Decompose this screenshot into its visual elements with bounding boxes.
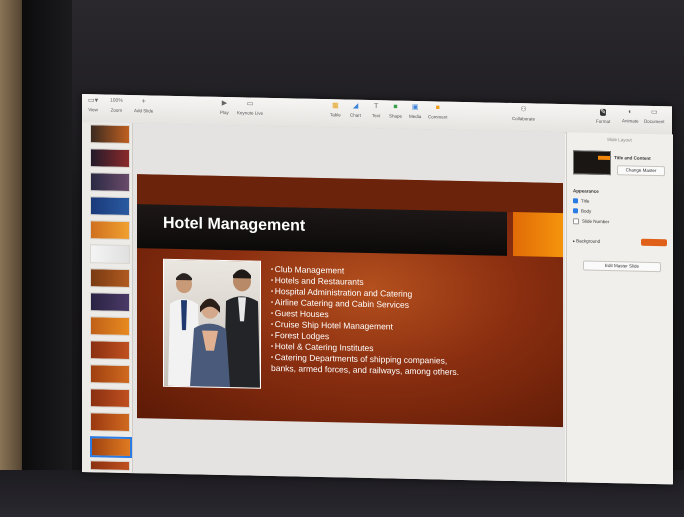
- slide-thumbnail[interactable]: [90, 340, 130, 361]
- view-button[interactable]: ▭▾ View: [88, 97, 98, 112]
- comment-button[interactable]: ■ Comment: [428, 104, 448, 119]
- change-master-button[interactable]: Change Master: [617, 165, 665, 177]
- body-checkbox[interactable]: [573, 208, 578, 214]
- slide-thumbnail[interactable]: [90, 148, 130, 169]
- format-button[interactable]: ✎ Format: [596, 108, 610, 124]
- zoom-value: 100%: [110, 97, 123, 104]
- slide-thumbnail[interactable]: [90, 244, 130, 265]
- add-slide-button[interactable]: + Add Slide: [134, 98, 153, 113]
- table-icon: ▦: [332, 102, 339, 110]
- zoom-control[interactable]: 100% Zoom: [110, 98, 123, 113]
- title-checkbox-row[interactable]: Title: [573, 198, 589, 204]
- bullet-list[interactable]: Club Management Hotels and Restaurants H…: [271, 264, 459, 378]
- orange-accent-block: [513, 212, 563, 258]
- text-button[interactable]: T Text: [372, 103, 380, 118]
- appearance-heading: Appearance: [573, 188, 599, 194]
- slide-thumbnail-selected[interactable]: [90, 436, 132, 459]
- document-button[interactable]: ▭ Document: [644, 109, 665, 124]
- comment-icon: ■: [435, 104, 440, 112]
- slide-thumbnail[interactable]: [90, 364, 130, 385]
- title-checkbox[interactable]: [573, 198, 578, 204]
- slide-thumbnail[interactable]: [90, 388, 130, 409]
- animate-button[interactable]: ◐ Animate: [622, 108, 639, 123]
- slide-thumbnail[interactable]: [90, 220, 130, 241]
- edit-master-slide-button[interactable]: Edit Master Slide: [583, 260, 661, 273]
- slide-thumbnail[interactable]: [90, 460, 130, 472]
- collaborate-icon: ⚇: [520, 106, 527, 114]
- slide-thumbnail[interactable]: [90, 124, 130, 145]
- play-icon: ▶: [221, 99, 228, 108]
- shape-icon: ■: [393, 103, 398, 111]
- animate-icon: ◐: [628, 108, 633, 116]
- staff-photo[interactable]: [163, 258, 261, 389]
- staff-photo-illustration: [168, 269, 260, 388]
- master-name: Title and Content: [614, 155, 651, 161]
- slide-thumbnail[interactable]: [90, 172, 130, 193]
- format-inspector: Slide Layout Title and Content Change Ma…: [566, 132, 673, 485]
- slide-thumbnail[interactable]: [90, 268, 130, 289]
- format-icon: ✎: [600, 108, 607, 116]
- slide-number-checkbox-row[interactable]: Slide Number: [573, 218, 609, 225]
- slide-number-checkbox[interactable]: [573, 218, 579, 225]
- slide-thumbnail[interactable]: [90, 412, 130, 433]
- background-color-well[interactable]: [641, 238, 667, 247]
- chart-button[interactable]: ◢ Chart: [350, 103, 361, 118]
- slide-navigator: [82, 122, 133, 474]
- slide-thumbnail[interactable]: [90, 196, 130, 217]
- table-button[interactable]: ▦ Table: [330, 102, 341, 117]
- keynote-window: ▭▾ View 100% Zoom + Add Slide ▶ Play ▭ K…: [82, 94, 673, 485]
- keynote-live-button[interactable]: ▭ Keynote Live: [237, 100, 263, 115]
- slide-thumbnail[interactable]: [90, 316, 130, 337]
- slide-title[interactable]: Hotel Management: [163, 215, 305, 236]
- background-row[interactable]: ▸ Background: [573, 238, 600, 244]
- master-thumbnail[interactable]: [573, 150, 611, 176]
- shape-button[interactable]: ■ Shape: [389, 103, 402, 119]
- add-slide-icon: +: [141, 98, 146, 106]
- play-button[interactable]: ▶ Play: [220, 100, 229, 115]
- current-slide[interactable]: Hotel Management Club Manage: [137, 174, 563, 428]
- document-icon: ▭: [650, 108, 658, 117]
- media-icon: ▣: [411, 103, 419, 112]
- media-button[interactable]: ▣ Media: [409, 104, 421, 119]
- body-checkbox-row[interactable]: Body: [573, 208, 591, 214]
- collaborate-button[interactable]: ⚇ Collaborate: [512, 106, 535, 121]
- master-thumbnail-accent: [598, 155, 610, 161]
- text-icon: T: [373, 103, 379, 111]
- view-icon: ▭▾: [88, 97, 99, 105]
- slide-thumbnail[interactable]: [90, 292, 130, 313]
- inspector-header: Slide Layout: [607, 136, 632, 143]
- chart-icon: ◢: [352, 102, 359, 110]
- keynote-live-icon: ▭: [246, 100, 254, 108]
- monitor-bezel-edge: [22, 0, 72, 517]
